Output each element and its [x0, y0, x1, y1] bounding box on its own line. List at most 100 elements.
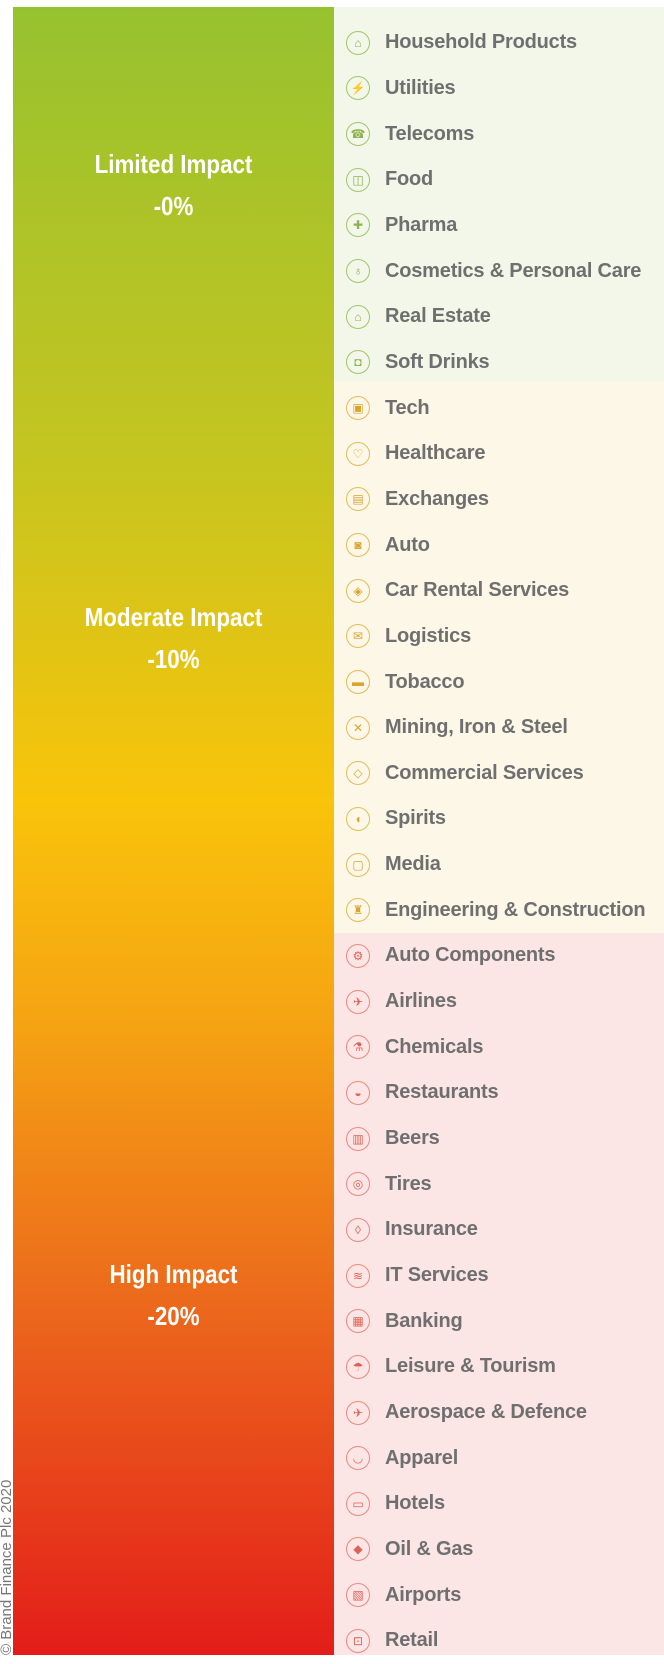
sector-item: ☎ Telecoms	[334, 111, 664, 157]
telecoms-icon: ☎	[346, 122, 370, 147]
sector-item: ▢ Media	[334, 842, 664, 888]
tier-moderate-heading: Moderate Impact -10%	[35, 596, 311, 680]
car-rental-icon: ◈	[346, 578, 370, 603]
tier-value: -20%	[147, 1301, 200, 1331]
sector-label: Pharma	[385, 213, 458, 236]
sector-label: Banking	[385, 1309, 463, 1332]
tier-title: Moderate Impact	[84, 602, 263, 632]
sector-label: Hotels	[385, 1492, 445, 1515]
sector-item: ▤ Exchanges	[334, 477, 664, 523]
sector-item: ⚡ Utilities	[334, 66, 664, 112]
hotels-icon: ▭	[346, 1491, 370, 1516]
sector-label: Real Estate	[385, 305, 491, 328]
tier-value: -10%	[147, 644, 200, 674]
tier-high-heading: High Impact -20%	[35, 1253, 311, 1337]
tier-limited-heading: Limited Impact -0%	[35, 143, 311, 227]
spirits-icon: ◖	[346, 806, 370, 831]
sector-item: ◒ Restaurants	[334, 1070, 664, 1116]
auto-components-icon: ⚙	[346, 943, 370, 968]
sector-item: ⌂ Household Products	[334, 20, 664, 66]
sector-label: Logistics	[385, 624, 471, 647]
restaurants-icon: ◒	[346, 1080, 370, 1105]
tires-icon: ◎	[346, 1172, 370, 1197]
sector-label: Spirits	[385, 807, 446, 830]
sector-label: Restaurants	[385, 1081, 499, 1104]
banking-icon: ▦	[346, 1309, 370, 1334]
sector-item: ⚗ Chemicals	[334, 1024, 664, 1070]
sector-item: ♜ Engineering & Construction	[334, 887, 664, 933]
sector-label: Leisure & Tourism	[385, 1355, 556, 1378]
sector-item: ✚ Pharma	[334, 203, 664, 249]
sector-item: ♡ Healthcare	[334, 431, 664, 477]
airlines-icon: ✈	[346, 989, 370, 1014]
commercial-services-icon: ◇	[346, 761, 370, 786]
sector-item: ◡ Apparel	[334, 1435, 664, 1481]
sector-label: Insurance	[385, 1218, 478, 1241]
it-services-icon: ≋	[346, 1263, 370, 1288]
sector-label: Tobacco	[385, 670, 465, 693]
sector-item: ⌂ Real Estate	[334, 294, 664, 340]
real-estate-icon: ⌂	[346, 304, 370, 329]
sector-item: ◖ Spirits	[334, 796, 664, 842]
engineering-icon: ♜	[346, 898, 370, 923]
sector-item: ☂ Leisure & Tourism	[334, 1344, 664, 1390]
sector-item: ≋ IT Services	[334, 1253, 664, 1299]
sector-label: Utilities	[385, 76, 456, 99]
sector-label: Oil & Gas	[385, 1537, 474, 1560]
sector-item: ✈ Aerospace & Defence	[334, 1390, 664, 1436]
sector-item: ▥ Beers	[334, 1116, 664, 1162]
sector-item: ◈ Car Rental Services	[334, 568, 664, 614]
sector-list: ⌂ Household Products ⚡ Utilities ☎ Telecoms ◫ F…	[334, 20, 664, 1664]
sector-item: ⊡ Retail	[334, 1618, 664, 1664]
sector-label: Telecoms	[385, 122, 475, 145]
sector-label: Exchanges	[385, 487, 489, 510]
healthcare-icon: ♡	[346, 441, 370, 466]
sector-item: ✈ Airlines	[334, 979, 664, 1025]
apparel-icon: ◡	[346, 1446, 370, 1471]
sector-label: Aerospace & Defence	[385, 1401, 587, 1424]
utilities-icon: ⚡	[346, 76, 370, 101]
sector-label: Engineering & Construction	[385, 898, 646, 921]
pharma-icon: ✚	[346, 213, 370, 238]
sector-item: ✕ Mining, Iron & Steel	[334, 705, 664, 751]
oil-gas-icon: ◆	[346, 1537, 370, 1562]
sector-label: Mining, Iron & Steel	[385, 716, 568, 739]
sector-item: ▭ Hotels	[334, 1481, 664, 1527]
sector-label: Household Products	[385, 31, 577, 54]
auto-icon: ◙	[346, 533, 370, 558]
sector-label: Commercial Services	[385, 761, 584, 784]
tech-icon: ▣	[346, 396, 370, 421]
mining-icon: ✕	[346, 715, 370, 740]
sector-item: ◘ Soft Drinks	[334, 340, 664, 386]
exchanges-icon: ▤	[346, 487, 370, 512]
sector-label: Food	[385, 168, 434, 191]
tier-title: High Impact	[109, 1259, 238, 1289]
media-icon: ▢	[346, 852, 370, 877]
sector-label: Media	[385, 853, 441, 876]
sector-label: Airports	[385, 1583, 462, 1606]
sector-item: ◫ Food	[334, 157, 664, 203]
leisure-icon: ☂	[346, 1354, 370, 1379]
sector-item: ✉ Logistics	[334, 614, 664, 660]
tobacco-icon: ▬	[346, 670, 370, 695]
sector-label: Soft Drinks	[385, 350, 490, 373]
sector-label: Tech	[385, 396, 430, 419]
impact-gradient-bar	[13, 7, 334, 1655]
sector-label: Auto	[385, 533, 430, 556]
airports-icon: ▧	[346, 1583, 370, 1608]
sector-label: Retail	[385, 1629, 439, 1652]
sector-label: Car Rental Services	[385, 579, 570, 602]
food-icon: ◫	[346, 167, 370, 192]
tier-value: -0%	[153, 191, 194, 221]
cosmetics-icon: ♁	[346, 259, 370, 284]
sector-item: ▧ Airports	[334, 1572, 664, 1618]
sector-label: Apparel	[385, 1446, 459, 1469]
sector-label: Tires	[385, 1172, 432, 1195]
tier-title: Limited Impact	[94, 149, 253, 179]
sector-item: ⚙ Auto Components	[334, 933, 664, 979]
insurance-icon: ◊	[346, 1217, 370, 1242]
sector-item: ◆ Oil & Gas	[334, 1527, 664, 1573]
sector-item: ▣ Tech	[334, 385, 664, 431]
sector-item: ▦ Banking	[334, 1298, 664, 1344]
sector-item: ▬ Tobacco	[334, 659, 664, 705]
